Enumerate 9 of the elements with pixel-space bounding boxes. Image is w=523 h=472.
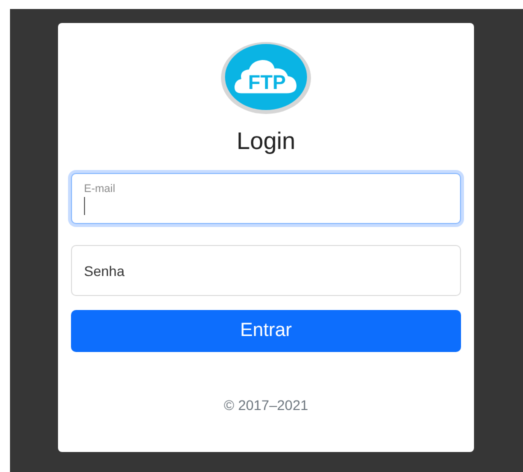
text-cursor <box>84 197 85 215</box>
input-field[interactable]: E-mail <box>71 173 461 224</box>
submit-button[interactable]: Entrar <box>71 310 461 352</box>
input-field[interactable]: Senha <box>71 245 461 296</box>
field-label: Senha <box>84 262 124 280</box>
field-label: E-mail <box>84 183 116 196</box>
login-title: Login <box>236 127 296 157</box>
cloud-logo: FTP <box>220 41 312 115</box>
copyright-text: © 2017–2021 <box>224 396 308 415</box>
